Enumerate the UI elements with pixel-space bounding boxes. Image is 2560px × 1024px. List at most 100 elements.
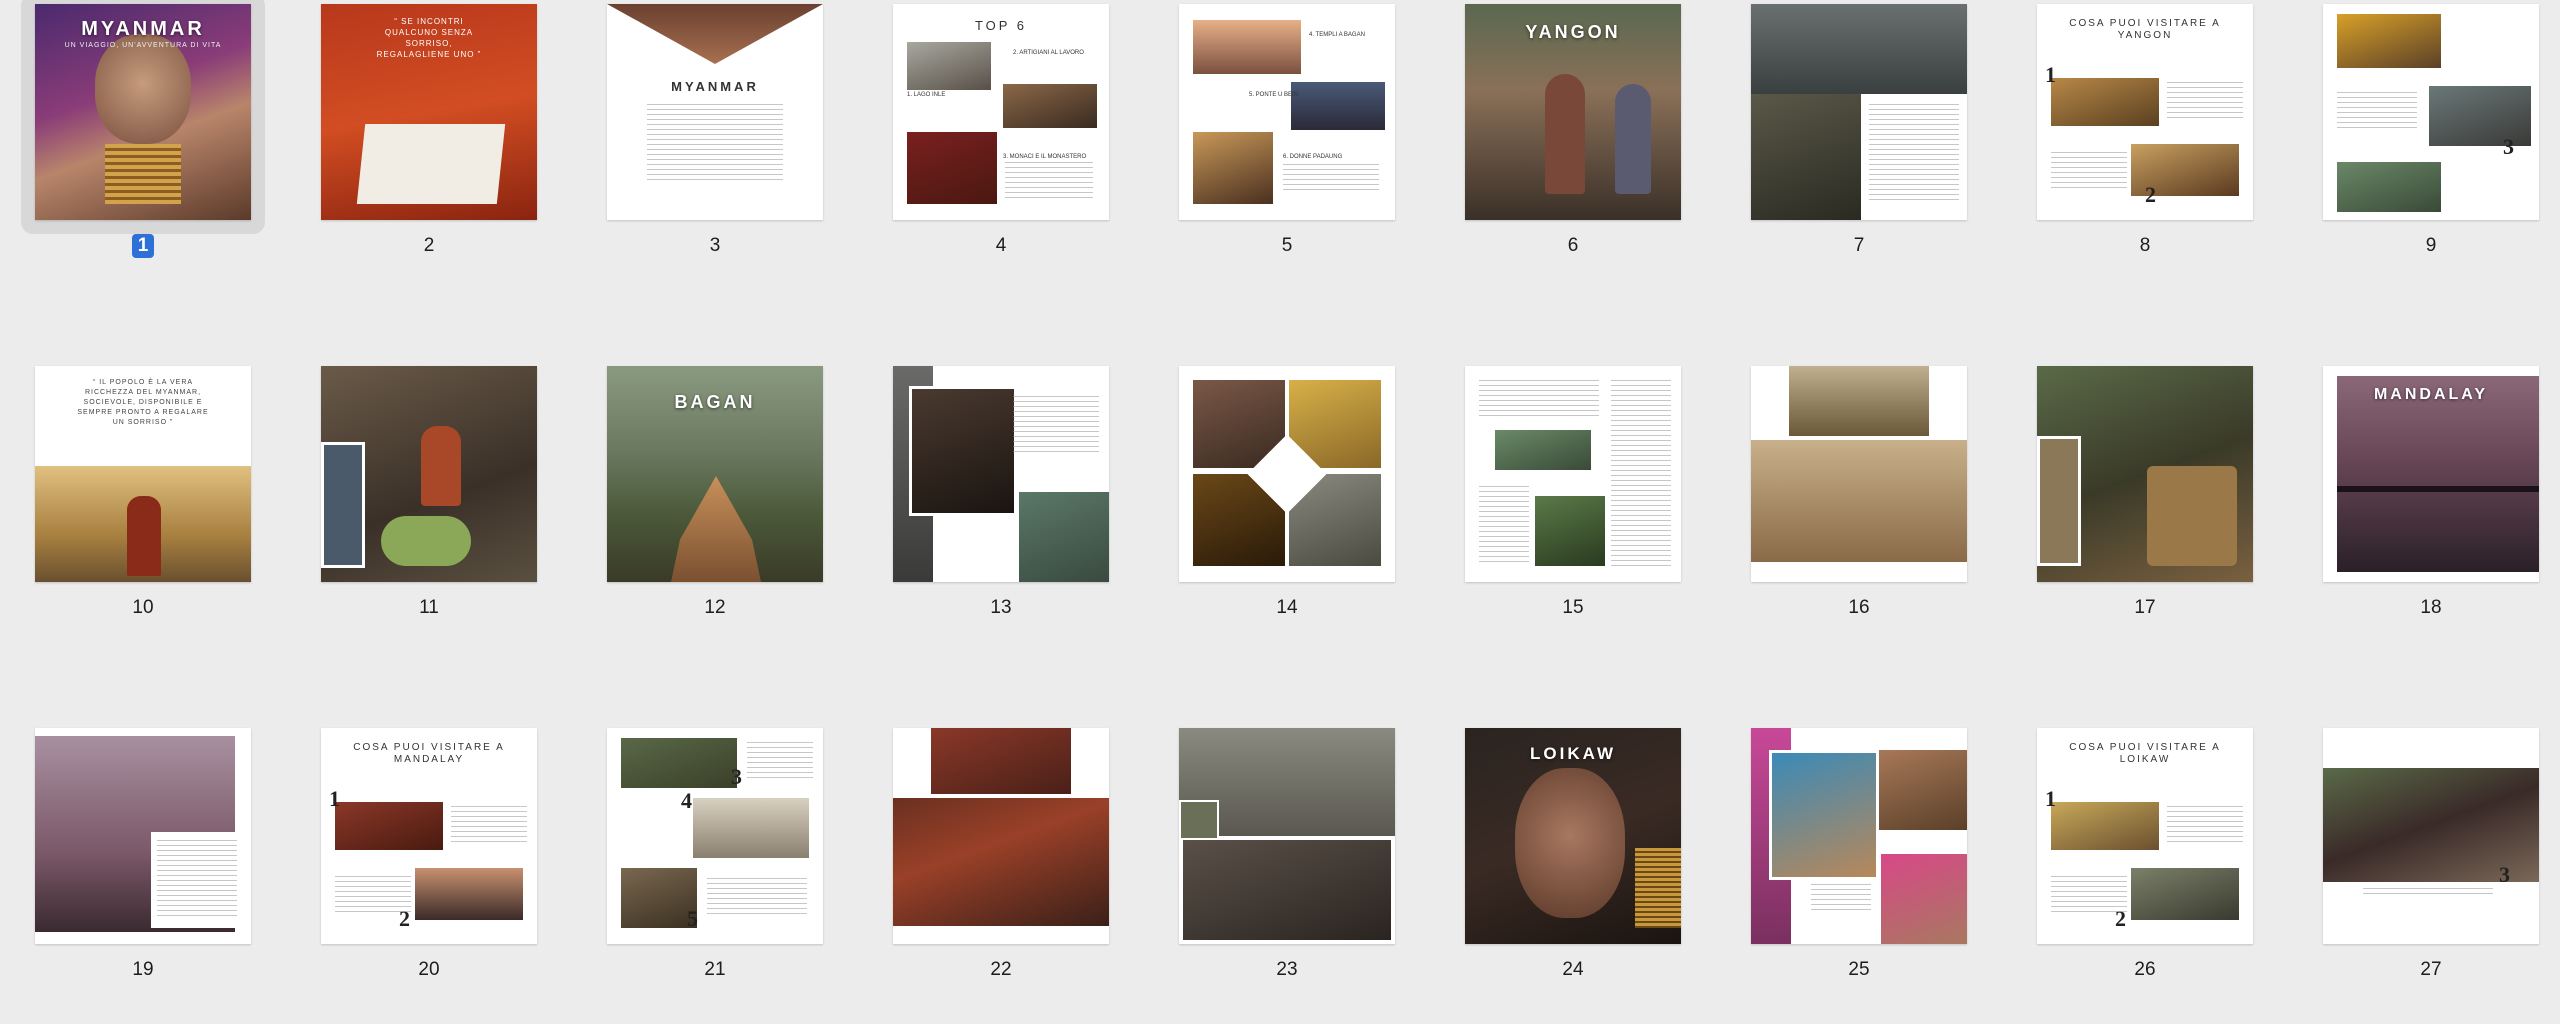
section-number: 4 [681,788,692,813]
page-quote: “ SE INCONTRI QUALCUNO SENZA SORRISO, RE… [376,17,482,59]
thumbnail-image: YANGON [1465,4,1681,220]
page-number-label: 5 [1281,235,1293,256]
page-subtitle: UN VIAGGIO, UN'AVVENTURA DI VITA [64,42,222,49]
page-thumbnail-24[interactable]: LOIKAW 24 [1444,724,1730,1024]
page-thumbnail-12[interactable]: BAGAN 12 [586,362,872,662]
page-thumbnail-grid: MYANMAR UN VIAGGIO, UN'AVVENTURA DI VITA… [0,0,2560,1023]
page-number-label: 23 [1276,959,1298,980]
section-number: 1 [329,786,340,811]
thumbnail-image: 3 4 5 [607,728,823,944]
section-heading: 4. TEMPLI A BAGAN [1309,32,1365,38]
thumbnail-image [2037,366,2253,582]
thumbnail-image: LOIKAW [1465,728,1681,944]
page-thumbnail-22[interactable]: 22 [872,724,1158,1024]
page-thumbnail-25[interactable]: 25 [1730,724,2016,1024]
thumbnail-image [1751,4,1967,220]
thumbnail-image: MYANMAR [607,4,823,220]
page-thumbnail-26[interactable]: COSA PUOI VISITARE A LOIKAW 1 2 26 [2016,724,2302,1024]
thumbnail-image [35,728,251,944]
page-number-label: 27 [2420,959,2442,980]
section-heading: 6. DONNE PADAUNG [1283,154,1343,160]
page-thumbnail-13[interactable]: 13 [872,362,1158,662]
thumbnail-image [893,366,1109,582]
section-number: 3 [2499,862,2510,887]
page-number-label: 18 [2420,597,2442,618]
section-heading: 2. ARTIGIANI AL LAVORO [1013,50,1084,56]
page-quote: “ IL POPOLO È LA VERA RICCHEZZA DEL MYAN… [77,379,209,426]
thumbnail-image: 3 [2323,728,2539,944]
page-thumbnail-2[interactable]: “ SE INCONTRI QUALCUNO SENZA SORRISO, RE… [300,0,586,300]
page-thumbnail-16[interactable]: 16 [1730,362,2016,662]
page-thumbnail-18[interactable]: MANDALAY 18 [2302,362,2560,662]
page-number-label: 1 [131,234,155,258]
page-title: MYANMAR [81,18,205,40]
thumbnail-image [321,366,537,582]
page-title: TOP 6 [974,18,1028,33]
page-thumbnail-9[interactable]: 3 9 [2302,0,2560,300]
thumbnail-image [1179,366,1395,582]
page-thumbnail-14[interactable]: 14 [1158,362,1444,662]
section-heading: 5. PONTE U BEIN [1249,92,1299,98]
thumbnail-image [893,728,1109,944]
thumbnail-image: MYANMAR UN VIAGGIO, UN'AVVENTURA DI VITA [35,4,251,220]
section-heading: 3. MONACI E IL MONASTERO [1003,154,1087,160]
page-number-label: 26 [2134,959,2156,980]
page-title: COSA PUOI VISITARE A MANDALAY [353,742,505,765]
page-number-label: 12 [704,597,726,618]
page-title: MYANMAR [671,79,759,94]
page-thumbnail-1[interactable]: MYANMAR UN VIAGGIO, UN'AVVENTURA DI VITA… [14,0,300,300]
page-thumbnail-23[interactable]: 23 [1158,724,1444,1024]
page-number-label: 9 [2425,235,2437,256]
page-number-label: 6 [1567,235,1579,256]
page-title: LOIKAW [1530,744,1616,763]
section-number: 1 [2045,786,2056,811]
thumbnail-image: MANDALAY [2323,366,2539,582]
thumbnail-image: 3 [2323,4,2539,220]
thumbnail-image [1751,728,1967,944]
page-number-label: 4 [995,235,1007,256]
page-title: BAGAN [674,392,756,412]
page-thumbnail-5[interactable]: 4. TEMPLI A BAGAN 5. PONTE U BEIN 6. DON… [1158,0,1444,300]
thumbnail-image: BAGAN [607,366,823,582]
thumbnail-image: “ IL POPOLO È LA VERA RICCHEZZA DEL MYAN… [35,366,251,582]
page-thumbnail-4[interactable]: TOP 6 1. LAGO INLE 2. ARTIGIANI AL LAVOR… [872,0,1158,300]
thumbnail-image: COSA PUOI VISITARE A LOIKAW 1 2 [2037,728,2253,944]
page-number-label: 15 [1562,597,1584,618]
page-thumbnail-17[interactable]: 17 [2016,362,2302,662]
page-number-label: 13 [990,597,1012,618]
page-thumbnail-21[interactable]: 3 4 5 21 [586,724,872,1024]
page-number-label: 8 [2139,235,2151,256]
page-thumbnail-11[interactable]: 11 [300,362,586,662]
thumbnail-image [1465,366,1681,582]
page-number-label: 19 [132,959,154,980]
thumbnail-image: COSA PUOI VISITARE A YANGON 1 2 [2037,4,2253,220]
page-number-label: 7 [1853,235,1865,256]
page-number-label: 10 [132,597,154,618]
page-thumbnail-27[interactable]: 3 27 [2302,724,2560,1024]
thumbnail-image: “ SE INCONTRI QUALCUNO SENZA SORRISO, RE… [321,4,537,220]
page-thumbnail-8[interactable]: COSA PUOI VISITARE A YANGON 1 2 8 [2016,0,2302,300]
page-number-label: 24 [1562,959,1584,980]
page-title: COSA PUOI VISITARE A YANGON [2069,18,2221,41]
section-number: 1 [2045,62,2056,87]
page-thumbnail-19[interactable]: 19 [14,724,300,1024]
thumbnail-image: TOP 6 1. LAGO INLE 2. ARTIGIANI AL LAVOR… [893,4,1109,220]
section-number: 3 [2503,134,2514,159]
page-number-label: 14 [1276,597,1298,618]
section-number: 2 [2145,182,2156,207]
section-number: 5 [687,906,698,931]
page-thumbnail-10[interactable]: “ IL POPOLO È LA VERA RICCHEZZA DEL MYAN… [14,362,300,662]
thumbnail-image [1751,366,1967,582]
thumbnail-image: COSA PUOI VISITARE A MANDALAY 1 2 [321,728,537,944]
page-thumbnail-7[interactable]: 7 [1730,0,2016,300]
page-title: YANGON [1525,22,1621,42]
page-number-label: 21 [704,959,726,980]
page-thumbnail-3[interactable]: MYANMAR 3 [586,0,872,300]
page-thumbnail-15[interactable]: 15 [1444,362,1730,662]
page-thumbnail-6[interactable]: YANGON 6 [1444,0,1730,300]
section-heading: 1. LAGO INLE [907,92,946,98]
page-number-label: 2 [423,235,435,256]
page-number-label: 20 [418,959,440,980]
page-thumbnail-20[interactable]: COSA PUOI VISITARE A MANDALAY 1 2 20 [300,724,586,1024]
page-number-label: 16 [1848,597,1870,618]
